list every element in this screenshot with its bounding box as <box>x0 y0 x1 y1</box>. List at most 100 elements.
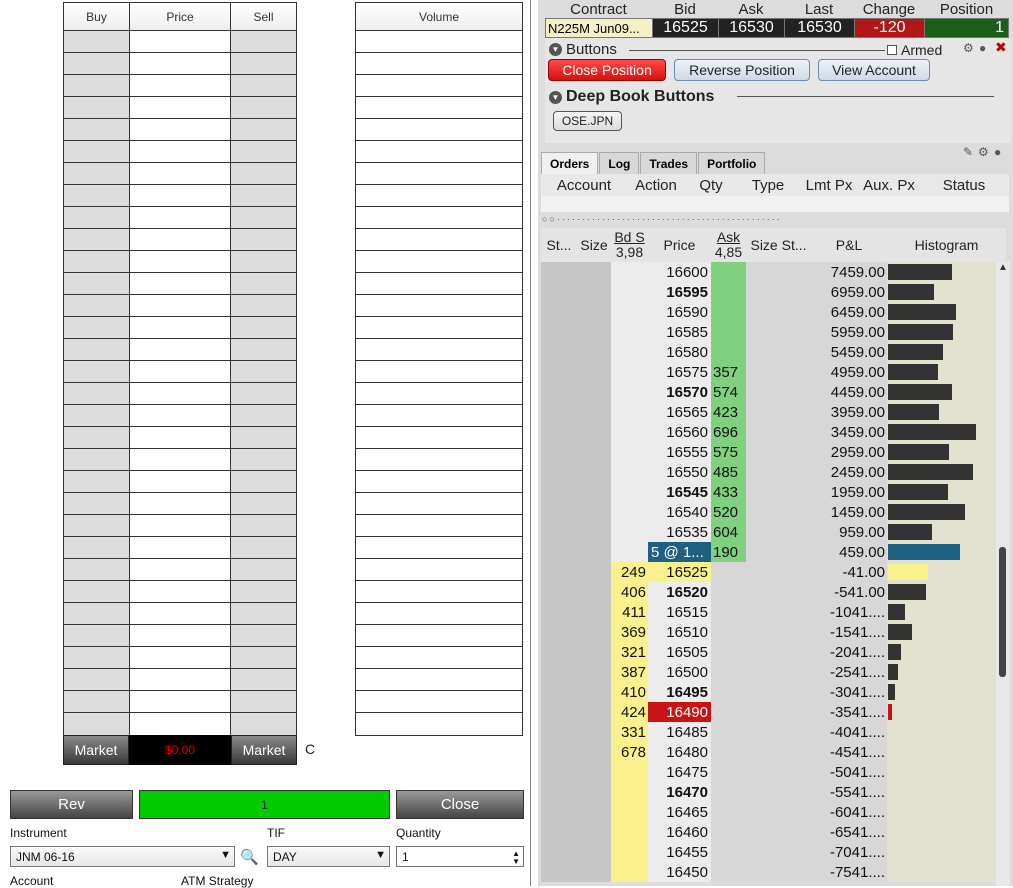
price-cell[interactable]: 16500 <box>648 662 711 682</box>
book-row[interactable]: 5 @ 1... 190 459.00 <box>541 542 996 562</box>
book-row[interactable]: 424 16490 -3541.... <box>541 702 996 722</box>
sell-cell[interactable] <box>231 427 296 448</box>
sell-cell[interactable] <box>231 317 296 338</box>
collapse-icon[interactable]: ▼ <box>549 43 562 56</box>
price-cell[interactable]: 16535 <box>648 522 711 542</box>
bid-size-cell[interactable]: 406 <box>611 582 648 602</box>
sell-cell[interactable] <box>231 53 296 74</box>
book-row[interactable]: 331 16485 -4041.... <box>541 722 996 742</box>
ask-size-cell[interactable]: 604 <box>711 522 746 542</box>
ask-size-cell[interactable] <box>711 702 746 722</box>
ask-size-cell[interactable] <box>711 282 746 302</box>
buy-cell[interactable] <box>64 405 130 426</box>
ask-size-cell[interactable] <box>711 822 746 842</box>
book-row[interactable]: 16560 696 3459.00 <box>541 422 996 442</box>
quote-row[interactable]: N225M Jun09... 16525 16530 16530 -120 1 <box>545 18 1009 38</box>
buy-cell[interactable] <box>64 273 130 294</box>
ask-size-cell[interactable] <box>711 622 746 642</box>
sell-cell[interactable] <box>231 471 296 492</box>
bid-size-cell[interactable] <box>611 262 648 282</box>
tab-log[interactable]: Log <box>599 152 640 174</box>
buy-cell[interactable] <box>64 691 130 712</box>
buy-cell[interactable] <box>64 427 130 448</box>
book-row[interactable]: 678 16480 -4541.... <box>541 742 996 762</box>
sell-cell[interactable] <box>231 361 296 382</box>
ladder-row[interactable] <box>64 647 296 669</box>
ladder-row[interactable] <box>64 317 296 339</box>
ask-size-cell[interactable]: 423 <box>711 402 746 422</box>
buy-cell[interactable] <box>64 75 130 96</box>
buy-cell[interactable] <box>64 185 130 206</box>
ask-size-cell[interactable]: 696 <box>711 422 746 442</box>
instrument-select[interactable]: JNM 06-16 ▼ <box>10 846 235 867</box>
price-cell[interactable]: 16475 <box>648 762 711 782</box>
reverse-position-button[interactable]: Reverse Position <box>674 59 810 81</box>
orders-col-type[interactable]: Type <box>737 174 799 196</box>
sell-cell[interactable] <box>231 405 296 426</box>
book-row[interactable]: 16585 5959.00 <box>541 322 996 342</box>
book-row[interactable]: 16565 423 3959.00 <box>541 402 996 422</box>
ask-size-cell[interactable] <box>711 682 746 702</box>
sell-cell[interactable] <box>231 163 296 184</box>
ladder-row[interactable] <box>64 537 296 559</box>
sell-cell[interactable] <box>231 647 296 668</box>
bid-size-cell[interactable]: 424 <box>611 702 648 722</box>
close-position-button[interactable]: Close Position <box>548 59 666 81</box>
ask-size-cell[interactable] <box>711 302 746 322</box>
ladder-row[interactable] <box>64 53 296 75</box>
ask-size-cell[interactable]: 485 <box>711 462 746 482</box>
price-cell[interactable]: 16480 <box>648 742 711 762</box>
settings-icon[interactable]: ⚙ <box>978 145 989 159</box>
buy-cell[interactable] <box>64 119 130 140</box>
ladder-row[interactable] <box>64 339 296 361</box>
bid-size-cell[interactable] <box>611 442 648 462</box>
tif-select[interactable]: DAY ▼ <box>267 846 390 867</box>
scroll-thumb[interactable] <box>999 547 1006 677</box>
price-cell[interactable]: 16555 <box>648 442 711 462</box>
bid-size-cell[interactable] <box>611 542 648 562</box>
ask-size-cell[interactable]: 575 <box>711 442 746 462</box>
book-row[interactable]: 16555 575 2959.00 <box>541 442 996 462</box>
ladder-row[interactable] <box>64 559 296 581</box>
ask-size-cell[interactable] <box>711 762 746 782</box>
bid-size-cell[interactable]: 410 <box>611 682 648 702</box>
sell-cell[interactable] <box>231 559 296 580</box>
sell-cell[interactable] <box>231 493 296 514</box>
sell-cell[interactable] <box>231 31 296 52</box>
bid-size-cell[interactable] <box>611 462 648 482</box>
ladder-row[interactable] <box>64 603 296 625</box>
ask-size-cell[interactable] <box>711 722 746 742</box>
price-cell[interactable]: 16550 <box>648 462 711 482</box>
ask-size-cell[interactable] <box>711 582 746 602</box>
ladder-row[interactable] <box>64 669 296 691</box>
book-row[interactable]: 16460 -6541.... <box>541 822 996 842</box>
close-icon[interactable]: ✖ <box>995 39 1007 56</box>
sell-cell[interactable] <box>231 273 296 294</box>
buy-cell[interactable] <box>64 559 130 580</box>
buy-cell[interactable] <box>64 647 130 668</box>
view-account-button[interactable]: View Account <box>818 59 930 81</box>
price-cell[interactable]: 16585 <box>648 322 711 342</box>
ose-jpn-button[interactable]: OSE.JPN <box>553 111 622 131</box>
orders-col-status[interactable]: Status <box>919 174 1009 196</box>
ladder-row[interactable] <box>64 581 296 603</box>
splitter-handle[interactable]: ○○······································… <box>542 214 782 224</box>
price-cell[interactable]: 16525 <box>648 562 711 582</box>
db-col-size[interactable]: Size <box>577 228 611 262</box>
sell-cell[interactable] <box>231 339 296 360</box>
bid-size-cell[interactable] <box>611 782 648 802</box>
sell-cell[interactable] <box>231 207 296 228</box>
help-icon[interactable]: ● <box>979 41 986 55</box>
buttons-section-header[interactable]: ▼ Buttons <box>549 41 617 58</box>
ladder-row[interactable] <box>64 427 296 449</box>
book-row[interactable]: 16595 6959.00 <box>541 282 996 302</box>
ladder-row[interactable] <box>64 625 296 647</box>
bid-size-cell[interactable] <box>611 342 648 362</box>
bid-size-cell[interactable] <box>611 282 648 302</box>
price-cell[interactable]: 16515 <box>648 602 711 622</box>
price-cell[interactable]: 5 @ 1... <box>648 542 711 562</box>
price-cell[interactable]: 16520 <box>648 582 711 602</box>
book-row[interactable]: 410 16495 -3041.... <box>541 682 996 702</box>
buy-cell[interactable] <box>64 537 130 558</box>
bid-size-cell[interactable]: 411 <box>611 602 648 622</box>
